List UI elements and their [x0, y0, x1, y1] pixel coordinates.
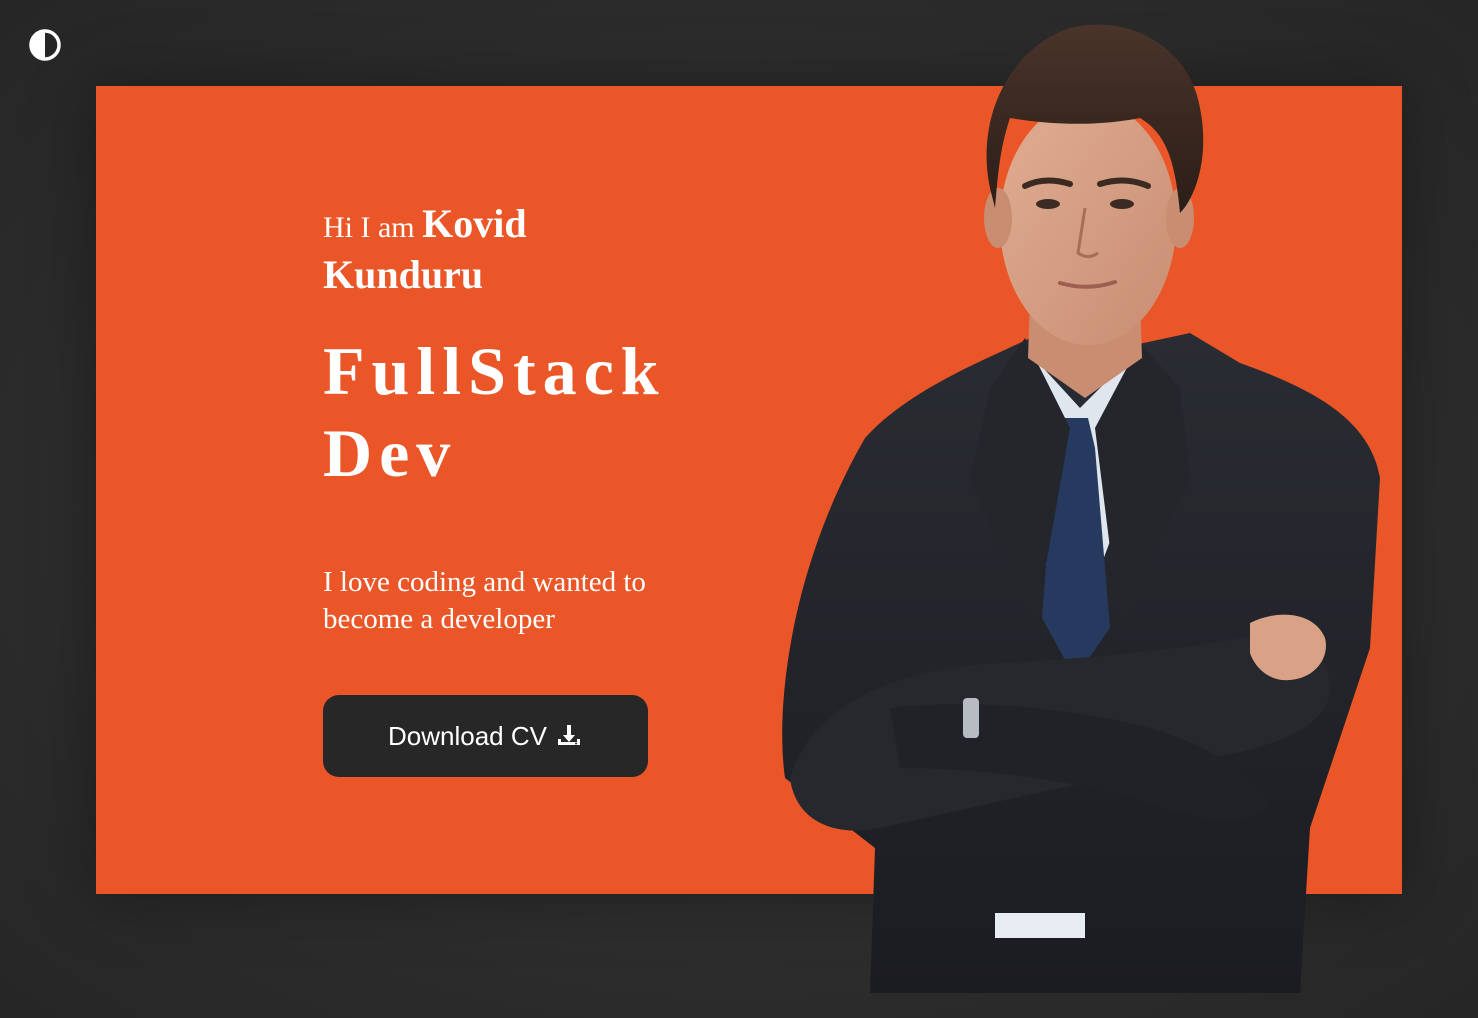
download-cv-button[interactable]: Download CV: [323, 695, 648, 777]
download-cv-label: Download CV: [388, 720, 547, 751]
hero-text: Hi I am Kovid Kunduru FullStack Dev I lo…: [323, 200, 743, 638]
theme-toggle-button[interactable]: [28, 28, 62, 62]
greeting: Hi I am Kovid Kunduru: [323, 200, 583, 302]
role-title: FullStack Dev: [323, 333, 666, 491]
greeting-prefix: Hi I am: [323, 211, 415, 244]
half-circle-contrast-icon: [29, 29, 61, 61]
developer-portrait: [782, 24, 1380, 993]
download-icon: [557, 725, 580, 745]
intro-text: I love coding and wanted to become a dev…: [323, 566, 646, 635]
